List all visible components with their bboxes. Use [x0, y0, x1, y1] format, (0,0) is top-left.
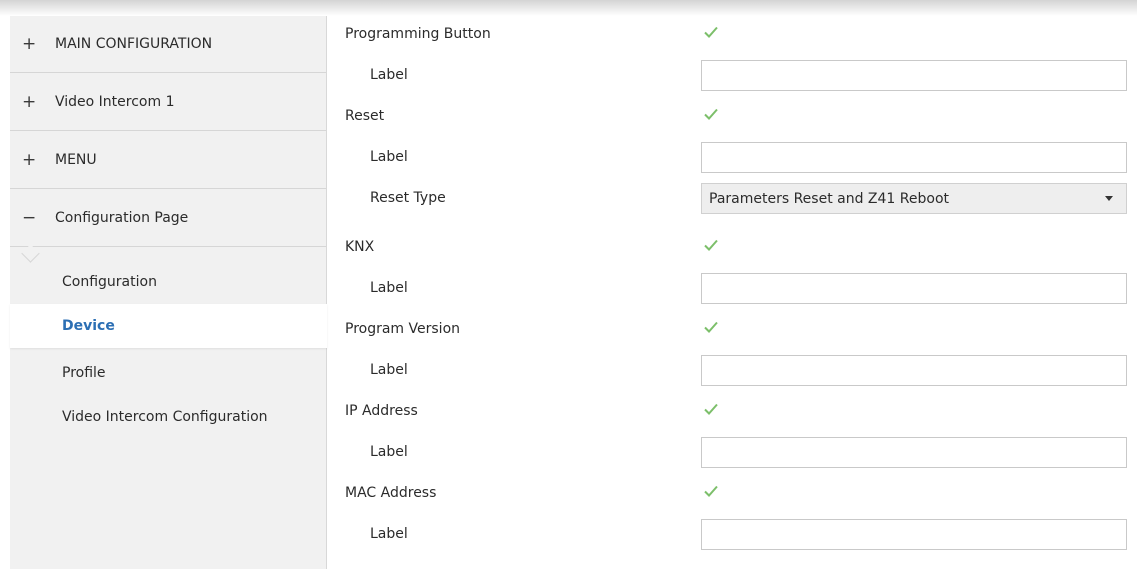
expand-icon[interactable]: + — [22, 93, 36, 111]
parameters-panel: Programming Button Label Reset Label Res… — [327, 16, 1137, 569]
knx-label-input[interactable] — [701, 273, 1127, 304]
sidebar-item-video-intercom-1[interactable]: + Video Intercom 1 — [10, 74, 326, 131]
sidebar-subitem-label: Configuration — [62, 274, 157, 290]
sidebar-item-menu[interactable]: + MENU — [10, 132, 326, 189]
param-row-program-version: Program Version — [327, 311, 1137, 352]
select-value: Parameters Reset and Z41 Reboot — [709, 190, 950, 207]
param-row-label: Label — [327, 57, 1137, 98]
app-window: + MAIN CONFIGURATION + Video Intercom 1 … — [0, 0, 1137, 569]
param-label: Program Version — [345, 321, 461, 337]
param-label: Reset — [345, 108, 385, 124]
param-label: Label — [370, 67, 408, 83]
param-label: Label — [370, 362, 408, 378]
param-row-reset: Reset — [327, 98, 1137, 139]
check-icon[interactable] — [703, 24, 719, 40]
programming-button-label-input[interactable] — [701, 60, 1127, 91]
param-row-ip-address: IP Address — [327, 393, 1137, 434]
param-label: Label — [370, 280, 408, 296]
param-label: Label — [370, 444, 408, 460]
param-row-label: Label — [327, 270, 1137, 311]
param-row-mac-address: MAC Address — [327, 475, 1137, 516]
sidebar-subitem-profile[interactable]: Profile — [10, 351, 326, 395]
expand-icon[interactable]: + — [22, 35, 36, 53]
param-label: Programming Button — [345, 26, 491, 42]
sidebar-item-label: Video Intercom 1 — [55, 94, 175, 110]
chevron-down-icon — [1105, 196, 1113, 201]
collapse-icon[interactable]: − — [22, 209, 36, 227]
param-row-reset-type: Reset Type Parameters Reset and Z41 Rebo… — [327, 180, 1137, 221]
param-label: Label — [370, 526, 408, 542]
check-icon[interactable] — [703, 319, 719, 335]
param-row-label: Label — [327, 352, 1137, 393]
sidebar-item-label: MAIN CONFIGURATION — [55, 36, 213, 52]
param-row-knx: KNX — [327, 229, 1137, 270]
sidebar-subitem-label: Device — [62, 318, 115, 334]
param-row-label: Label — [327, 434, 1137, 475]
sidebar-subitem-label: Video Intercom Configuration — [62, 409, 268, 425]
ip-address-label-input[interactable] — [701, 437, 1127, 468]
check-icon[interactable] — [703, 483, 719, 499]
check-icon[interactable] — [703, 106, 719, 122]
param-row-label: Label — [327, 516, 1137, 557]
reset-label-input[interactable] — [701, 142, 1127, 173]
param-row-programming-button: Programming Button — [327, 16, 1137, 57]
param-label: Label — [370, 149, 408, 165]
sidebar-item-main-configuration[interactable]: + MAIN CONFIGURATION — [10, 16, 326, 73]
param-label: KNX — [345, 239, 375, 255]
param-label: IP Address — [345, 403, 418, 419]
check-icon[interactable] — [703, 237, 719, 253]
sidebar-item-configuration-page[interactable]: − Configuration Page — [10, 190, 326, 247]
reset-type-select[interactable]: Parameters Reset and Z41 Reboot — [701, 183, 1127, 214]
sidebar-item-label: MENU — [55, 152, 97, 168]
param-label: MAC Address — [345, 485, 437, 501]
expand-icon[interactable]: + — [22, 151, 36, 169]
sidebar-subitem-label: Profile — [62, 365, 106, 381]
mac-address-label-input[interactable] — [701, 519, 1127, 550]
param-row-label: Label — [327, 139, 1137, 180]
sidebar-item-label: Configuration Page — [55, 210, 189, 226]
sidebar-subitem-configuration[interactable]: Configuration — [10, 260, 326, 304]
sidebar: + MAIN CONFIGURATION + Video Intercom 1 … — [10, 16, 327, 569]
top-shadow — [0, 0, 1137, 16]
check-icon[interactable] — [703, 401, 719, 417]
sidebar-subitem-device[interactable]: Device — [10, 304, 327, 348]
param-label: Reset Type — [370, 190, 446, 206]
sidebar-subitem-video-intercom-configuration[interactable]: Video Intercom Configuration — [10, 395, 326, 439]
program-version-label-input[interactable] — [701, 355, 1127, 386]
